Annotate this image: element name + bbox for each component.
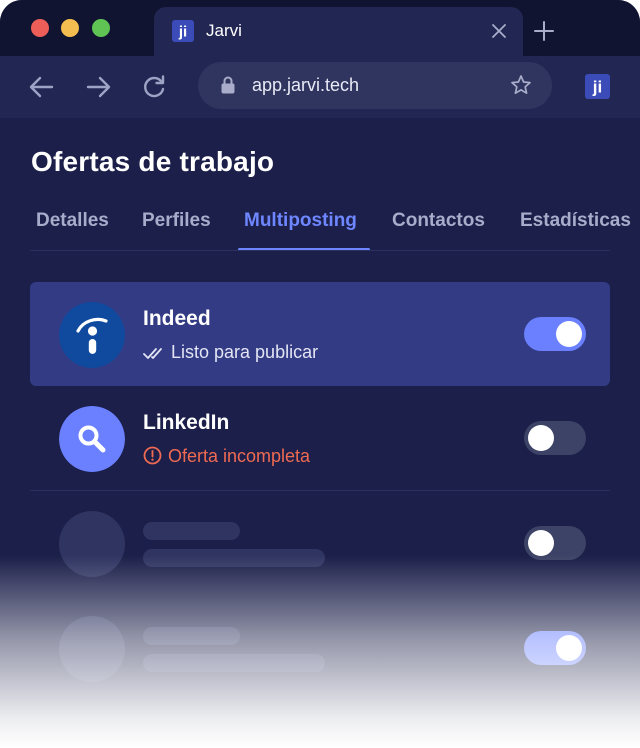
placeholder-line — [143, 627, 240, 645]
placeholder-line — [143, 522, 240, 540]
toggle-knob — [556, 635, 582, 661]
browser-window: ji Jarvi app.jarvi.tech ji Ofertas de tr… — [0, 0, 640, 748]
placeholder-row — [30, 491, 610, 595]
jobboard-name: LinkedIn — [143, 411, 230, 434]
svg-text:ji: ji — [178, 24, 187, 41]
toggle-knob — [528, 530, 554, 556]
tab-title: Jarvi — [206, 21, 242, 40]
placeholder-avatar — [59, 616, 125, 682]
page-title: Ofertas de trabajo — [31, 146, 275, 177]
jobboard-name: Indeed — [143, 307, 211, 330]
forward-arrow-icon[interactable] — [84, 73, 112, 101]
jobboard-status: Oferta incompleta — [143, 446, 310, 467]
placeholder-avatar — [59, 511, 125, 577]
placeholder-toggle[interactable] — [524, 526, 586, 560]
tab-perfiles[interactable]: Perfiles — [142, 210, 211, 232]
toggle-knob — [556, 321, 582, 347]
browser-tab[interactable]: ji Jarvi — [154, 7, 523, 56]
jobboard-toggle[interactable] — [524, 317, 586, 351]
placeholder-line — [143, 549, 325, 567]
close-tab-icon[interactable] — [491, 23, 507, 39]
placeholder-line — [143, 654, 325, 672]
minimize-window-button[interactable] — [61, 19, 79, 37]
double-check-icon — [143, 348, 162, 359]
tab-contactos[interactable]: Contactos — [392, 210, 485, 232]
jobboard-status-text: Listo para publicar — [171, 342, 319, 362]
address-bar[interactable]: app.jarvi.tech — [198, 62, 552, 109]
back-arrow-icon[interactable] — [28, 73, 56, 101]
new-tab-icon[interactable] — [533, 20, 555, 42]
jobboard-status-text: Oferta incompleta — [168, 446, 311, 466]
lock-icon — [221, 76, 235, 94]
bookmark-star-icon[interactable] — [510, 74, 532, 96]
reload-icon[interactable] — [140, 73, 168, 101]
indeed-icon — [59, 302, 125, 368]
jarvi-logo-icon: ji — [172, 20, 194, 42]
placeholder-toggle[interactable] — [524, 631, 586, 665]
tab-detalles[interactable]: Detalles — [36, 210, 109, 232]
title-bar: ji Jarvi — [0, 0, 640, 56]
close-window-button[interactable] — [31, 19, 49, 37]
jobboard-toggle[interactable] — [524, 421, 586, 455]
browser-toolbar: app.jarvi.tech ji — [0, 56, 640, 118]
warning-circle-icon — [143, 446, 162, 465]
placeholder-row — [30, 596, 610, 700]
section-tabs: Detalles Perfiles Multiposting Contactos… — [0, 200, 640, 251]
tabs-divider — [30, 250, 610, 251]
search-icon — [59, 406, 125, 472]
tab-estadisticas[interactable]: Estadísticas — [520, 210, 631, 232]
jobboard-row-linkedin[interactable]: LinkedIn Oferta incompleta — [30, 386, 610, 490]
toggle-knob — [528, 425, 554, 451]
maximize-window-button[interactable] — [92, 19, 110, 37]
tab-multiposting[interactable]: Multiposting — [244, 210, 357, 232]
url-text: app.jarvi.tech — [252, 75, 360, 95]
svg-text:ji: ji — [592, 78, 602, 97]
jobboard-row-indeed[interactable]: Indeed Listo para publicar — [30, 282, 610, 386]
jobboard-status: Listo para publicar — [143, 342, 318, 363]
jarvi-extension-icon[interactable]: ji — [585, 74, 610, 99]
